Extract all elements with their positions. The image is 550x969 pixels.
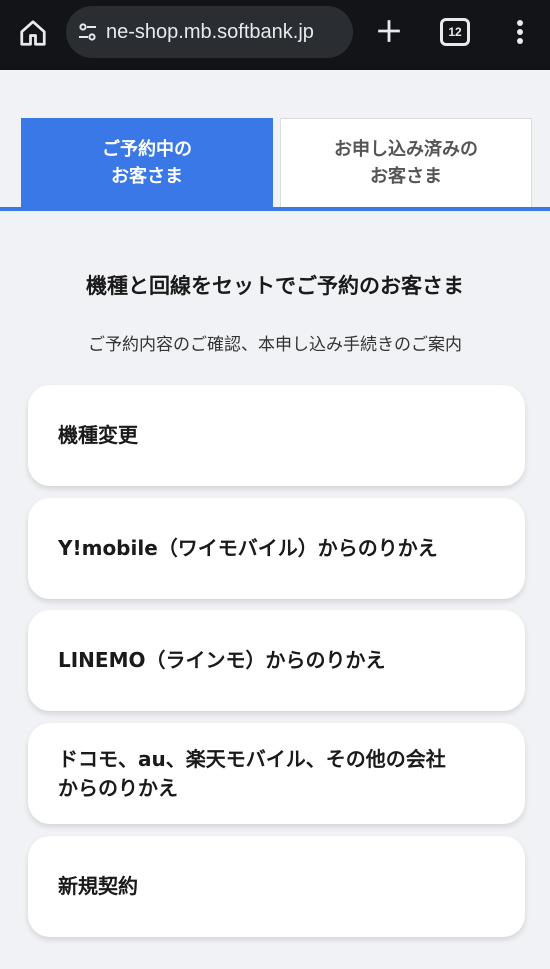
option-other-carrier-switch-button[interactable]: ドコモ、au、楽天モバイル、その他の会社 からのりかえ [28,723,525,824]
customer-type-tabs: ご予約中の お客さま お申し込み済みの お客さま [0,118,550,212]
url-text: ne-shop.mb.softbank.jp [106,20,314,43]
option-linemo-switch-button[interactable]: LINEMO（ラインモ）からのりかえ [28,610,525,711]
option-label: 新規契約 [58,874,138,898]
option-label: Y!mobile（ワイモバイル）からのりかえ [58,536,438,560]
tab-label-line2: お客さま [370,166,442,187]
more-menu-icon[interactable] [506,14,534,50]
tab-label-line2: お客さま [111,165,183,187]
tab-reserved-customers[interactable]: ご予約中の お客さま [21,118,273,207]
tab-label-line1: お申し込み済みの [334,139,478,160]
option-label: 機種変更 [58,423,138,447]
option-new-contract-button[interactable]: 新規契約 [28,836,525,937]
option-ymobile-switch-button[interactable]: Y!mobile（ワイモバイル）からのりかえ [28,498,525,599]
option-model-change-button[interactable]: 機種変更 [28,385,525,486]
browser-toolbar: ne-shop.mb.softbank.jp 12 [0,0,550,70]
option-label: ドコモ、au、楽天モバイル、その他の会社 [58,746,446,771]
tab-label-line1: ご予約中の [102,138,192,160]
tab-underline [0,207,550,211]
tab-applied-customers[interactable]: お申し込み済みの お客さま [280,118,532,207]
tab-count: 12 [448,25,462,39]
site-settings-icon[interactable] [66,6,110,58]
address-bar[interactable]: ne-shop.mb.softbank.jp [66,6,353,58]
option-label-line2: からのりかえ [58,775,178,800]
tab-switcher-button[interactable]: 12 [440,18,470,46]
option-label: LINEMO（ラインモ）からのりかえ [58,648,386,672]
section-subtitle: ご予約内容のご確認、本申し込み手続きのご案内 [88,335,462,355]
home-icon[interactable] [14,14,52,52]
section-title: 機種と回線をセットでご予約のお客さま [86,274,464,298]
new-tab-icon[interactable] [372,14,406,48]
